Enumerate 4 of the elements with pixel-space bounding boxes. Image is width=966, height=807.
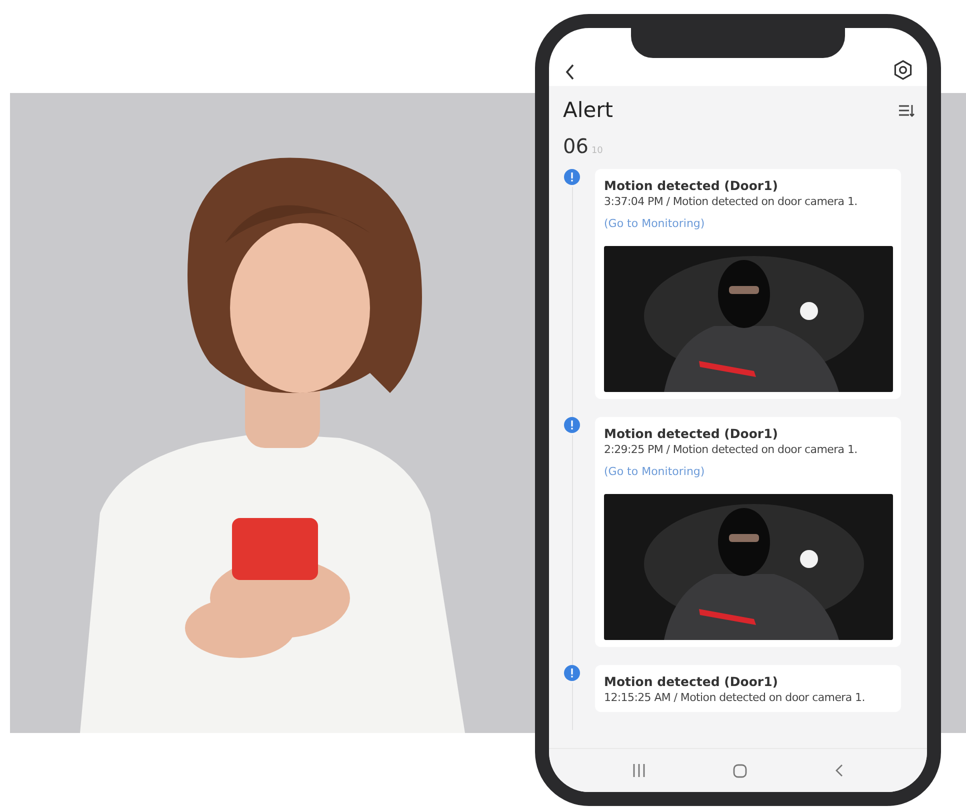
home-icon[interactable] bbox=[733, 764, 747, 778]
recent-apps-icon[interactable] bbox=[633, 764, 645, 777]
settings-icon[interactable] bbox=[893, 60, 913, 80]
back-icon[interactable] bbox=[565, 64, 575, 80]
